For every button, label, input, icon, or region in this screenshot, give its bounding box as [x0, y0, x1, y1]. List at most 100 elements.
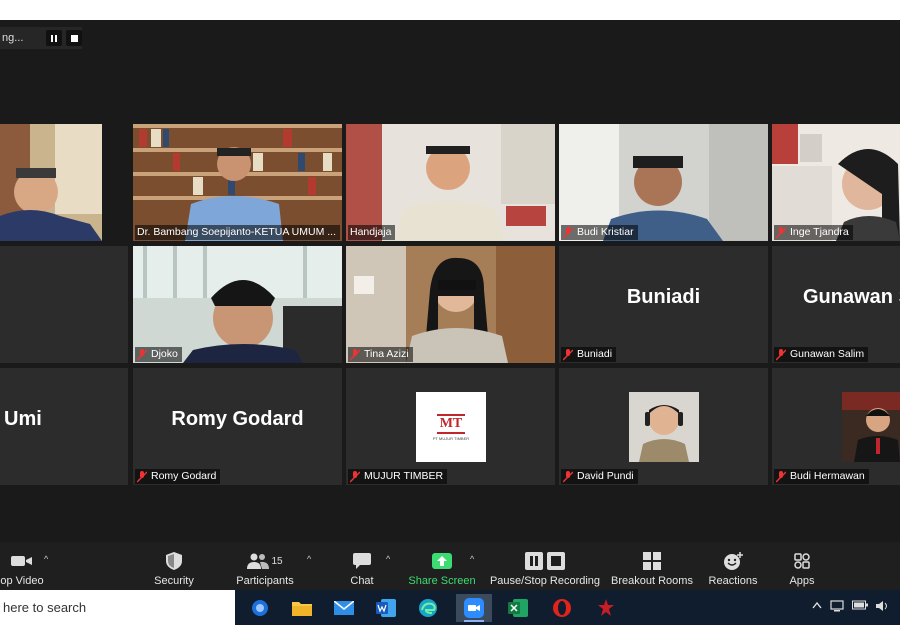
app-icon[interactable] [588, 594, 624, 622]
chat-label: Chat [350, 575, 374, 587]
mic-muted-icon [563, 348, 573, 361]
share-screen-button[interactable]: Share Screen [408, 542, 476, 590]
stop-video-label: op Video [0, 575, 44, 587]
participant-name: Budi Kristiar [577, 226, 634, 238]
mic-muted-icon [137, 348, 147, 361]
chat-button[interactable]: Chat [344, 542, 380, 590]
breakout-rooms-label: Breakout Rooms [611, 575, 693, 587]
participants-icon-group: 15 [247, 548, 283, 574]
opera-icon[interactable] [544, 594, 580, 622]
video-options-caret[interactable]: ^ [44, 554, 48, 564]
mic-muted-icon [350, 348, 360, 361]
participant-name-label: David Pundi [561, 469, 638, 484]
apps-button[interactable]: Apps [782, 542, 822, 590]
participant-name-label: Budi Kristiar [561, 225, 638, 240]
participant-name: David Pundi [577, 470, 634, 482]
pause-stop-icon [525, 552, 565, 570]
video-tile[interactable]: Inge Tjandra [772, 124, 900, 241]
participants-count: 15 [271, 555, 283, 567]
stop-icon [70, 34, 78, 42]
video-tile[interactable]: Budi Hermawan [772, 368, 900, 485]
video-tile[interactable]: MT PT MUJUR TIMBER MUJUR TIMBER [346, 368, 555, 485]
security-label: Security [154, 575, 194, 587]
pause-stop-recording-button[interactable]: Pause/Stop Recording [490, 542, 600, 590]
participant-name-label: Budi Hermawan [774, 469, 869, 484]
mic-muted-icon [350, 470, 360, 483]
mail-icon[interactable] [326, 594, 362, 622]
people-icon [247, 553, 270, 569]
mic-muted-icon [563, 226, 573, 239]
participant-name-label: Djoko [135, 347, 182, 362]
file-explorer-icon[interactable] [284, 594, 320, 622]
video-tile[interactable] [0, 124, 102, 241]
stop-video-button[interactable]: op Video [0, 542, 44, 590]
participant-name-label: Romy Godard [135, 469, 221, 484]
company-logo: MT PT MUJUR TIMBER [416, 392, 486, 462]
recording-controls-icons [525, 548, 565, 574]
share-screen-label: Share Screen [408, 575, 476, 587]
mic-muted-icon [776, 348, 786, 361]
shield-icon [166, 548, 182, 574]
video-tile[interactable]: Gunawan S Gunawan Salim [772, 246, 900, 363]
mic-muted-icon [563, 470, 573, 483]
reactions-label: Reactions [708, 575, 758, 587]
cortana-icon[interactable] [242, 594, 278, 622]
participant-name-label: Dr. Bambang Soepijanto-KETUA UMUM ... [135, 225, 340, 240]
mic-muted-icon [776, 470, 786, 483]
breakout-rooms-button[interactable]: Breakout Rooms [610, 542, 694, 590]
windows-taskbar: here to search [0, 590, 900, 625]
edge-icon[interactable] [410, 594, 446, 622]
participant-video [133, 246, 342, 363]
volume-icon[interactable] [876, 600, 890, 615]
battery-icon[interactable] [852, 600, 868, 615]
pause-recording-button[interactable] [46, 30, 62, 46]
meeting-toolbar: op Video ^ Security 15 Participants ^ Ch… [0, 542, 900, 590]
apps-label: Apps [789, 575, 815, 587]
video-tile[interactable]: Umi [0, 368, 128, 485]
participant-name-label: MUJUR TIMBER [348, 469, 448, 484]
recording-label: Pause/Stop Recording [489, 575, 601, 587]
video-tile[interactable]: David Pundi [559, 368, 768, 485]
video-tile[interactable]: Tina Azizi [346, 246, 555, 363]
participant-display-name: Umi [4, 408, 42, 430]
participant-name: MUJUR TIMBER [364, 470, 444, 482]
logo-mark: MT [436, 413, 466, 434]
video-tile[interactable]: Budi Kristiar [559, 124, 768, 241]
participant-name: Handjaja [350, 226, 392, 238]
security-button[interactable]: Security [146, 542, 202, 590]
participant-name-label: Handjaja [348, 225, 396, 240]
video-tile[interactable] [0, 246, 128, 363]
stop-recording-button[interactable] [66, 30, 82, 46]
apps-icon [794, 548, 810, 574]
participants-options-caret[interactable]: ^ [307, 554, 311, 564]
video-tile-active-speaker[interactable]: Handjaja [346, 124, 555, 241]
participant-display-name: Buniadi [626, 286, 701, 308]
participant-video [0, 124, 102, 241]
participant-name: Buniadi [577, 348, 613, 360]
chat-options-caret[interactable]: ^ [386, 554, 390, 564]
video-tile[interactable]: Djoko [133, 246, 342, 363]
participants-button[interactable]: 15 Participants [232, 542, 298, 590]
video-tile[interactable]: Dr. Bambang Soepijanto-KETUA UMUM ... [133, 124, 342, 241]
participant-name: Dr. Bambang Soepijanto-KETUA UMUM ... [137, 226, 336, 238]
network-icon[interactable] [830, 600, 844, 615]
participant-video [346, 124, 555, 241]
reactions-button[interactable]: Reactions [706, 542, 760, 590]
word-icon[interactable] [368, 594, 404, 622]
participant-video [346, 246, 555, 363]
zoom-icon[interactable] [456, 594, 492, 622]
chevron-up-icon[interactable] [812, 600, 822, 615]
active-indicator [464, 620, 484, 622]
participant-name: Budi Hermawan [790, 470, 865, 482]
share-options-caret[interactable]: ^ [470, 554, 474, 564]
participant-name: Romy Godard [151, 470, 217, 482]
participant-name: Djoko [151, 348, 178, 360]
mic-muted-icon [137, 470, 147, 483]
share-screen-icon [432, 548, 452, 574]
pause-icon [51, 34, 57, 42]
taskbar-search-box[interactable]: here to search [0, 590, 235, 625]
search-placeholder: here to search [3, 600, 87, 615]
excel-icon[interactable] [500, 594, 536, 622]
video-tile[interactable]: Romy Godard Romy Godard [133, 368, 342, 485]
video-tile[interactable]: Buniadi Buniadi [559, 246, 768, 363]
